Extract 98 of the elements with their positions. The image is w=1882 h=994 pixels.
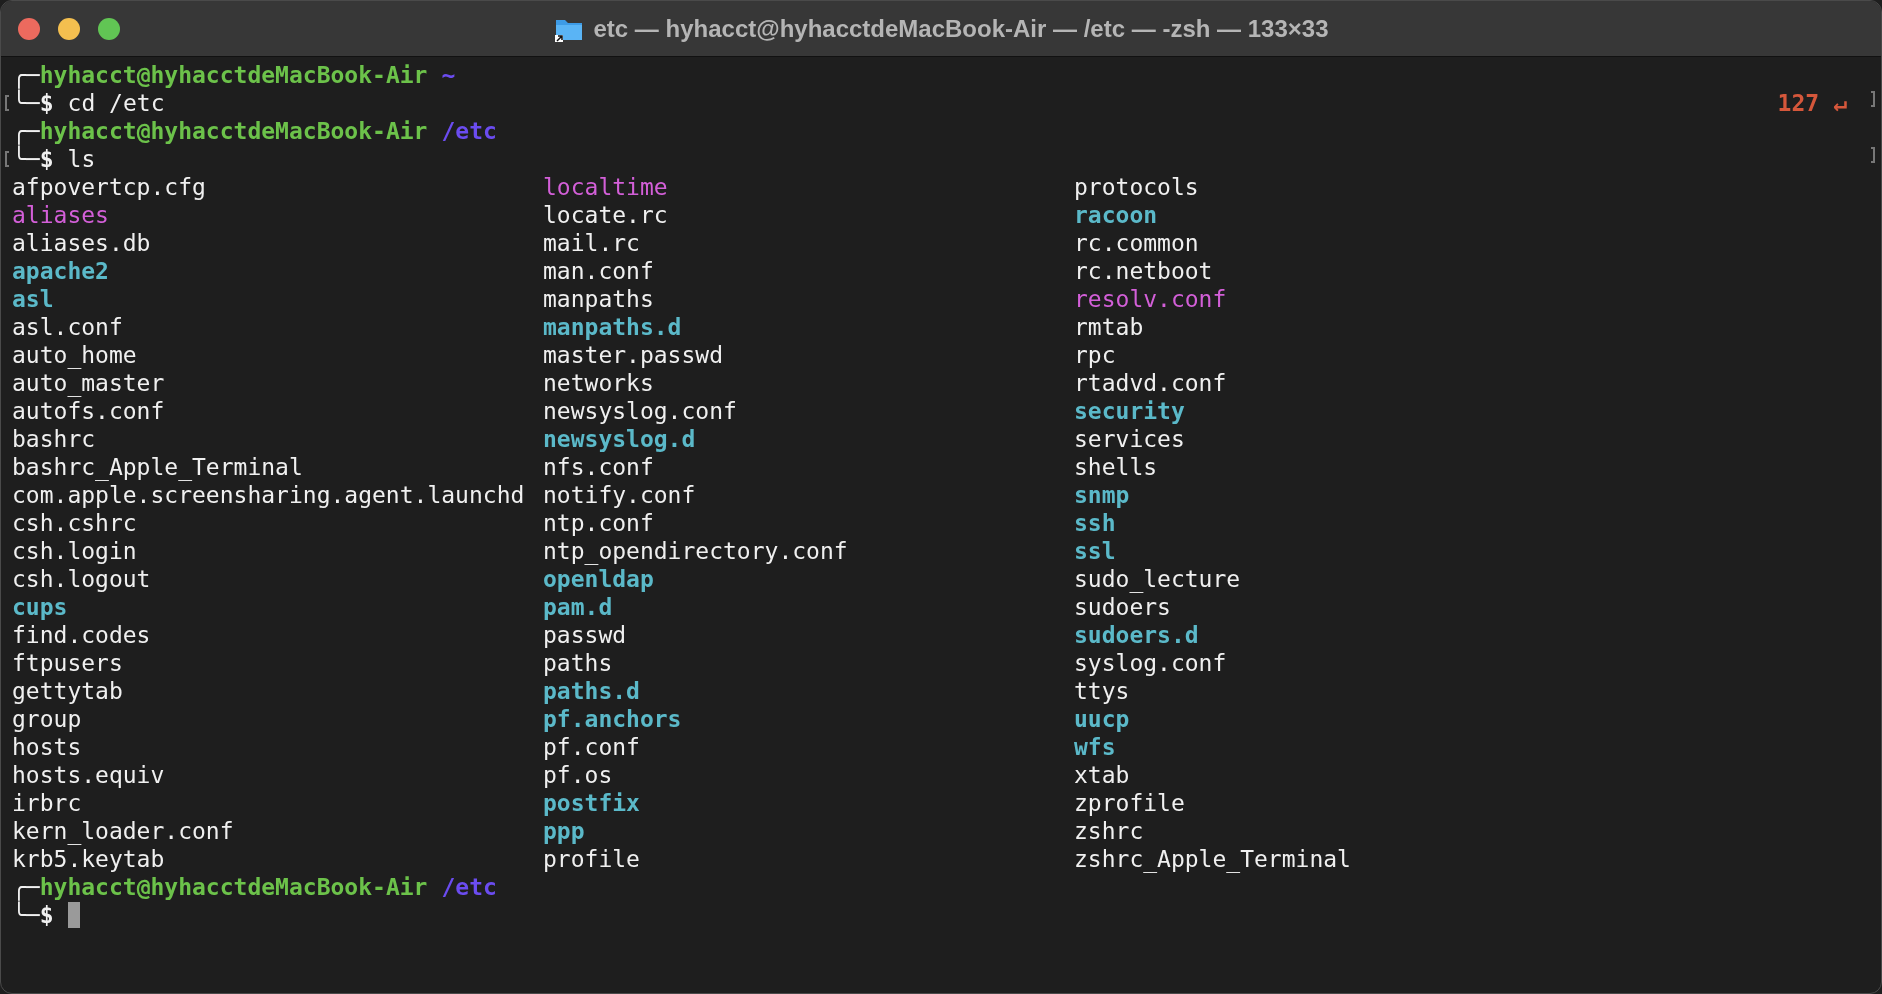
file-name: auto_master [12, 369, 166, 397]
file-name: rc.common [1074, 229, 1200, 257]
file-name: krb5.keytab [12, 845, 166, 873]
file-name: gettytab [12, 677, 124, 705]
file-name: csh.login [12, 537, 138, 565]
prompt-corner: ╰─ [12, 89, 40, 117]
file-name: newsyslog.d [543, 425, 697, 453]
file-name: ttys [1074, 677, 1131, 705]
file-name: cups [12, 593, 69, 621]
prompt-corner: ╭─ [12, 117, 40, 145]
command-text: ls [67, 145, 96, 173]
file-name: hosts.equiv [12, 761, 166, 789]
window-title: etc — hyhacct@hyhacctdeMacBook-Air — /etc — -zsh — 133×33 [593, 13, 1329, 44]
close-button[interactable] [18, 17, 40, 40]
prompt-user-host: hyhacct@hyhacctdeMacBook-Air [39, 873, 428, 900]
file-name: networks [543, 369, 655, 397]
file-name: ntp_opendirectory.conf [543, 537, 849, 565]
file-name: man.conf [543, 257, 655, 285]
file-name: pf.os [543, 761, 614, 789]
prompt-symbol: $ [39, 146, 54, 173]
file-name: localtime [543, 173, 669, 201]
file-name: pf.anchors [543, 705, 683, 733]
file-name: services [1074, 425, 1186, 453]
file-name: shells [1074, 453, 1159, 481]
file-name: bashrc_Apple_Terminal [12, 453, 304, 481]
file-name: manpaths [543, 285, 655, 313]
return-icon: ↵ [1833, 89, 1847, 117]
file-name: zshrc_Apple_Terminal [1074, 845, 1352, 873]
file-name: master.passwd [543, 341, 724, 369]
file-name: csh.logout [12, 565, 152, 593]
file-name: rtadvd.conf [1074, 369, 1228, 397]
file-name: autofs.conf [12, 397, 166, 425]
file-name: sudo_lecture [1074, 565, 1242, 593]
file-name: bashrc [12, 425, 97, 453]
file-name: ssh [1074, 509, 1117, 537]
file-name: hosts [12, 733, 83, 761]
prompt-corner: ╭─ [12, 873, 40, 901]
file-name: passwd [543, 621, 628, 649]
prompt-directory: /etc [441, 117, 497, 145]
file-name: sudoers [1074, 593, 1172, 621]
file-name: pf.conf [543, 733, 641, 761]
file-name: group [12, 705, 83, 733]
file-name: profile [543, 845, 641, 873]
file-name: aliases.db [12, 229, 152, 257]
file-name: xtab [1074, 761, 1131, 789]
file-name: wfs [1074, 733, 1117, 761]
file-name: asl.conf [12, 313, 124, 341]
prompt-corner: ╰─ [12, 145, 40, 173]
file-name: locate.rc [543, 201, 669, 229]
file-name: find.codes [12, 621, 152, 649]
file-name: uucp [1074, 705, 1131, 733]
file-name: rmtab [1074, 313, 1145, 341]
file-name: mail.rc [543, 229, 641, 257]
file-name: security [1074, 397, 1186, 425]
file-name: ppp [543, 817, 586, 845]
file-name: aliases [12, 201, 110, 229]
file-name: paths.d [543, 677, 641, 705]
prompt-user-host: hyhacct@hyhacctdeMacBook-Air [39, 61, 428, 88]
minimize-button[interactable] [58, 17, 80, 40]
command-text: cd /etc [67, 89, 165, 117]
file-name: sudoers.d [1074, 621, 1200, 649]
file-name: protocols [1074, 173, 1200, 201]
file-name: ssl [1074, 537, 1117, 565]
file-name: manpaths.d [543, 313, 683, 341]
file-name: paths [543, 649, 614, 677]
file-name: kern_loader.conf [12, 817, 235, 845]
prompt-symbol: $ [39, 902, 54, 929]
prompt-directory: ~ [441, 61, 456, 89]
file-name: com.apple.screensharing.agent.launchd [12, 481, 526, 509]
exit-status: 127 [1777, 89, 1820, 117]
zoom-button[interactable] [98, 17, 120, 40]
file-name: openldap [543, 565, 655, 593]
file-name: rc.netboot [1074, 257, 1214, 285]
file-name: pam.d [543, 593, 614, 621]
file-name: racoon [1074, 201, 1159, 229]
file-name: nfs.conf [543, 453, 655, 481]
prompt-directory: /etc [441, 873, 497, 901]
file-name: rpc [1074, 341, 1117, 369]
file-name: syslog.conf [1074, 649, 1228, 677]
file-name: notify.conf [543, 481, 697, 509]
file-name: resolv.conf [1074, 285, 1228, 313]
file-name: zprofile [1074, 789, 1186, 817]
prompt-corner: ╰─ [12, 901, 40, 929]
file-name: afpovertcp.cfg [12, 173, 207, 201]
prompt-symbol: $ [39, 90, 54, 117]
file-name: irbrc [12, 789, 83, 817]
prompt-corner: ╭─ [12, 61, 40, 89]
file-name: ftpusers [12, 649, 124, 677]
file-name: apache2 [12, 257, 110, 285]
file-name: postfix [543, 789, 641, 817]
file-name: ntp.conf [543, 509, 655, 537]
file-name: csh.cshrc [12, 509, 138, 537]
file-name: auto_home [12, 341, 138, 369]
file-name: zshrc [1074, 817, 1145, 845]
file-name: snmp [1074, 481, 1131, 509]
prompt-user-host: hyhacct@hyhacctdeMacBook-Air [39, 117, 428, 144]
file-name: newsyslog.conf [543, 397, 738, 425]
file-name: asl [12, 285, 55, 313]
